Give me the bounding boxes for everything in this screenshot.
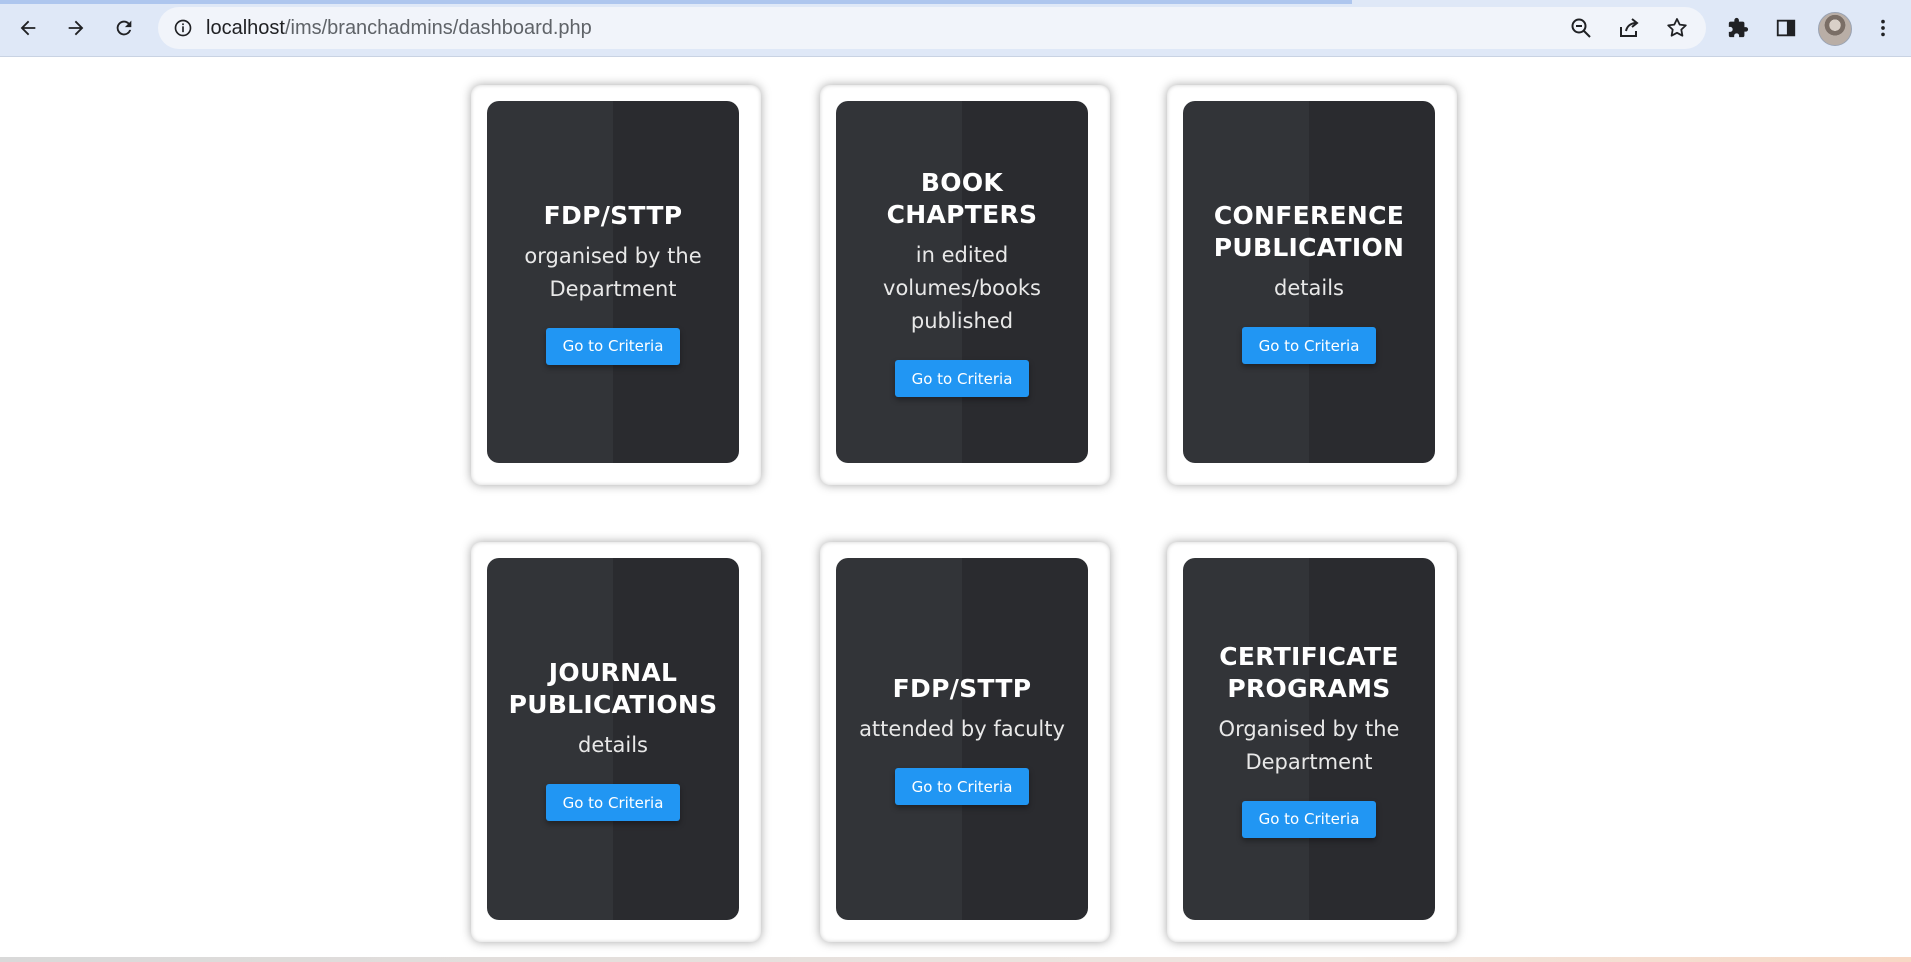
card-fdp-sttp-organised: FDP/STTP organised by the Department Go … [487,101,739,463]
go-to-criteria-button[interactable]: Go to Criteria [1242,327,1376,364]
card-journal-publications: JOURNAL PUBLICATIONS details Go to Crite… [487,558,739,920]
info-icon[interactable] [172,17,194,39]
go-to-criteria-button[interactable]: Go to Criteria [895,768,1029,805]
card-frame-journal-publications: JOURNAL PUBLICATIONS details Go to Crite… [471,542,761,942]
card-subtitle: organised by the Department [524,243,702,301]
card-frame-certificate-programs: CERTIFICATE PROGRAMS Organised by the De… [1167,542,1457,942]
card-frame-fdp-sttp-attended: FDP/STTP attended by faculty Go to Crite… [820,542,1110,942]
go-to-criteria-button[interactable]: Go to Criteria [895,360,1029,397]
card-subtitle: attended by faculty [859,717,1065,741]
card-fdp-sttp-attended: FDP/STTP attended by faculty Go to Crite… [836,558,1088,920]
go-to-criteria-button[interactable]: Go to Criteria [546,784,680,821]
card-certificate-programs: CERTIFICATE PROGRAMS Organised by the De… [1183,558,1435,920]
go-to-criteria-button[interactable]: Go to Criteria [1242,800,1376,838]
window-bottom-edge [0,957,1911,962]
extensions-icon [1728,17,1749,38]
side-panel-button[interactable] [1770,12,1802,44]
menu-button[interactable] [1867,12,1899,44]
reload-button[interactable] [108,12,140,44]
card-conference-publication: CONFERENCE PUBLICATION details Go to Cri… [1183,101,1435,463]
card-title: BOOK CHAPTERS [886,168,1038,229]
url-path: /ims/branchadmins/dashboard.php [284,16,592,39]
forward-icon [68,20,84,36]
card-title: CONFERENCE PUBLICATION [1213,201,1405,262]
profile-avatar[interactable] [1818,12,1852,46]
back-button[interactable] [12,12,44,44]
dashboard-content: FDP/STTP organised by the Department Go … [0,57,1911,962]
card-subtitle: in edited volumes/books published [883,243,1041,333]
reload-icon [116,20,132,36]
go-to-criteria-button[interactable]: Go to Criteria [546,327,680,365]
address-bar[interactable]: localhost/ims/branchadmins/dashboard.php [158,7,1706,49]
card-title: JOURNAL PUBLICATIONS [508,658,718,719]
share-icon[interactable] [1616,15,1642,41]
card-subtitle: Organised by the Department [1218,716,1400,774]
card-title: FDP/STTP [543,200,683,230]
card-subtitle: details [1274,276,1344,300]
star-icon[interactable] [1664,15,1690,41]
card-frame-conference-publication: CONFERENCE PUBLICATION details Go to Cri… [1167,85,1457,485]
card-book-chapters: BOOK CHAPTERS in edited volumes/books pu… [836,101,1088,463]
extensions-button[interactable] [1722,12,1754,44]
card-title: FDP/STTP [892,674,1032,703]
card-title: CERTIFICATE PROGRAMS [1219,641,1399,703]
card-frame-fdp-sttp-organised: FDP/STTP organised by the Department Go … [471,85,761,485]
url-host: localhost [206,16,285,39]
card-subtitle: details [578,733,648,757]
page-load-progress [0,0,1352,4]
card-frame-book-chapters: BOOK CHAPTERS in edited volumes/books pu… [820,85,1110,485]
forward-button[interactable] [60,12,92,44]
url-text[interactable]: localhost/ims/branchadmins/dashboard.php [206,17,592,40]
zoom-out-icon[interactable] [1568,15,1594,41]
browser-toolbar: localhost/ims/branchadmins/dashboard.php [0,0,1911,57]
back-icon [20,20,36,36]
side-panel-icon [1776,19,1796,37]
menu-icon [1881,19,1885,37]
